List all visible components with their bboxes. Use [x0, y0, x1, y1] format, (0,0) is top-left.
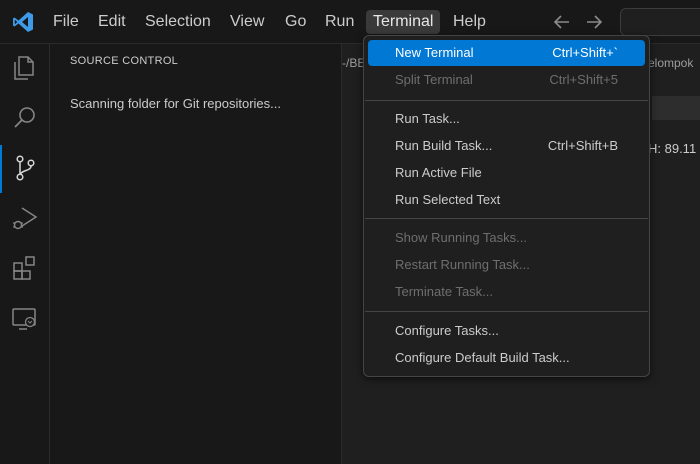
menu-item-label: Split Terminal [395, 72, 473, 87]
scanning-message: Scanning folder for Git repositories... [70, 96, 281, 111]
editor-toolbar-strip [652, 96, 700, 120]
menu-separator [365, 218, 648, 219]
menu-edit[interactable]: Edit [91, 10, 133, 34]
arrow-right-icon[interactable] [583, 11, 605, 33]
menu-separator [365, 311, 648, 312]
menu-item-shortcut: Ctrl+Shift+` [552, 45, 618, 60]
menu-item-run-task[interactable]: Run Task... [368, 106, 645, 132]
menu-item-label: Configure Tasks... [395, 323, 499, 338]
menu-item-run-build-task[interactable]: Run Build Task... Ctrl+Shift+B [368, 133, 645, 159]
run-debug-icon[interactable] [10, 203, 40, 233]
menu-item-label: Run Selected Text [395, 192, 501, 207]
vscode-logo-icon [13, 12, 33, 32]
active-indicator [0, 145, 2, 193]
menu-separator [365, 100, 648, 101]
activity-bar [0, 44, 50, 464]
menu-item-label: Show Running Tasks... [395, 230, 527, 245]
menu-item-restart-running-task[interactable]: Restart Running Task... [368, 252, 645, 278]
editor-content-text: H: 89.11 [648, 141, 697, 156]
menu-item-split-terminal[interactable]: Split Terminal Ctrl+Shift+5 [368, 67, 645, 93]
menu-item-label: Run Task... [395, 111, 460, 126]
arrow-left-icon[interactable] [551, 11, 573, 33]
menu-view[interactable]: View [223, 10, 271, 34]
menu-item-label: Restart Running Task... [395, 257, 530, 272]
menu-help[interactable]: Help [446, 10, 493, 34]
menu-file[interactable]: File [46, 10, 86, 34]
menu-item-shortcut: Ctrl+Shift+5 [549, 72, 618, 87]
sidebar-title: SOURCE CONTROL [70, 55, 179, 67]
menu-item-run-active-file[interactable]: Run Active File [368, 160, 645, 186]
source-control-panel: SOURCE CONTROL Scanning folder for Git r… [50, 44, 342, 464]
menu-item-run-selected-text[interactable]: Run Selected Text [368, 187, 645, 213]
menu-item-shortcut: Ctrl+Shift+B [547, 138, 618, 153]
menu-item-label: Run Active File [395, 165, 482, 180]
command-center-search[interactable] [620, 8, 700, 36]
menu-item-label: Terminate Task... [395, 284, 494, 299]
extensions-icon[interactable] [10, 253, 40, 283]
search-icon[interactable] [10, 103, 40, 133]
source-control-icon[interactable] [10, 153, 40, 183]
menu-item-label: Run Build Task... [395, 138, 493, 153]
menu-terminal[interactable]: Terminal [366, 10, 441, 34]
breadcrumb-folder[interactable]: elompok [648, 56, 693, 70]
menu-item-terminate-task[interactable]: Terminate Task... [368, 279, 645, 305]
menu-selection[interactable]: Selection [138, 10, 218, 34]
menu-item-configure-tasks[interactable]: Configure Tasks... [368, 318, 645, 344]
menu-item-label: New Terminal [395, 45, 474, 60]
menu-go[interactable]: Go [278, 10, 313, 34]
files-icon[interactable] [10, 53, 40, 83]
breadcrumb-path[interactable]: -/BE [342, 56, 365, 70]
remote-explorer-icon[interactable] [10, 303, 40, 333]
terminal-menu-dropdown: New Terminal Ctrl+Shift+` Split Terminal… [363, 35, 650, 377]
menu-item-configure-default-build-task[interactable]: Configure Default Build Task... [368, 345, 645, 371]
menu-item-show-running-tasks[interactable]: Show Running Tasks... [368, 225, 645, 251]
menu-run[interactable]: Run [318, 10, 361, 34]
menu-item-label: Configure Default Build Task... [395, 350, 570, 365]
menu-item-new-terminal[interactable]: New Terminal Ctrl+Shift+` [368, 40, 645, 66]
